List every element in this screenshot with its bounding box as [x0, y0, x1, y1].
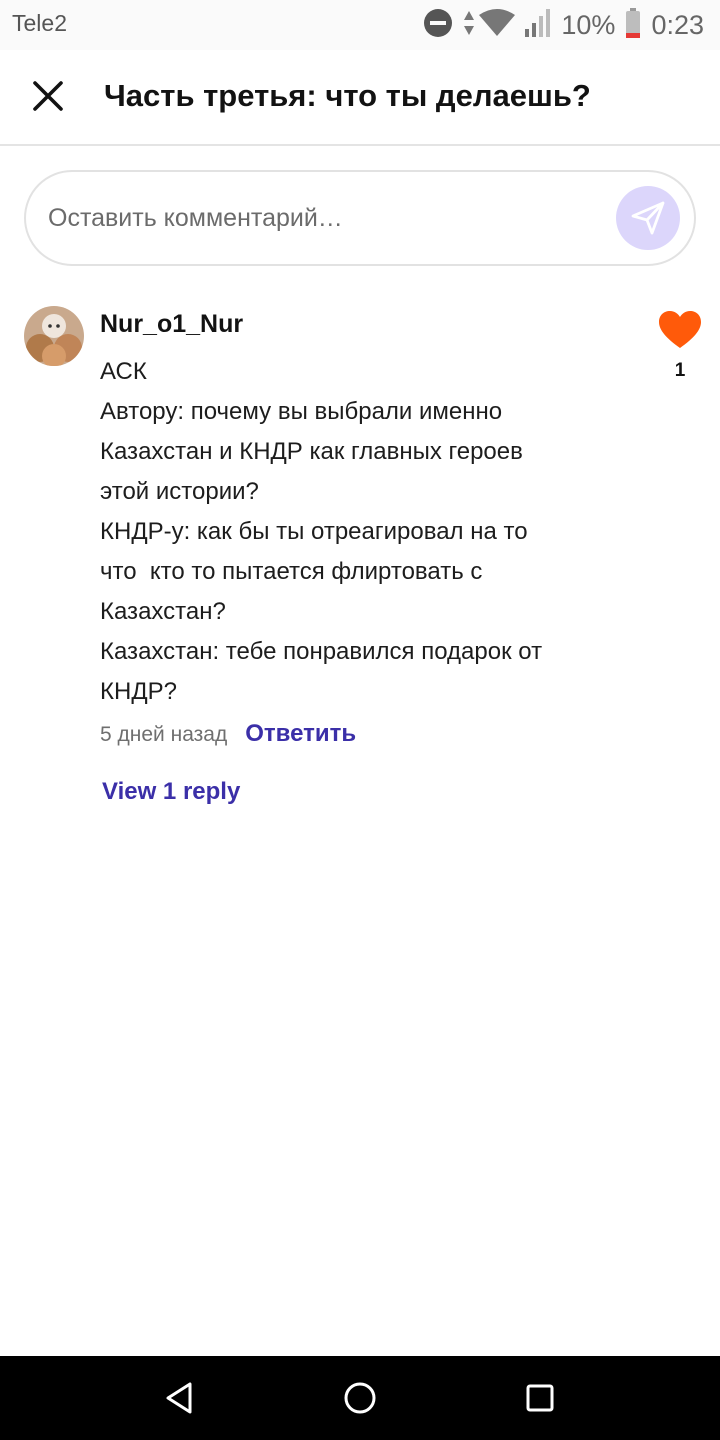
comment-input[interactable]	[48, 198, 608, 238]
carrier-name: Tele2	[12, 10, 67, 36]
home-icon[interactable]	[340, 1378, 380, 1418]
do-not-disturb-icon	[423, 8, 453, 43]
comment-username[interactable]: Nur_o1_Nur	[100, 310, 243, 339]
wifi-icon	[479, 8, 516, 42]
comment-line: Казахстан и КНДР как главных героев	[100, 438, 523, 465]
send-button[interactable]	[616, 186, 680, 250]
status-bar: Tele2 10% 0:23	[0, 0, 720, 50]
data-arrows-icon	[463, 9, 475, 42]
comment-line: Казахстан: тебе понравился подарок от	[100, 638, 543, 665]
comment-meta: 5 дней назад Ответить	[100, 720, 356, 748]
comment-input-container	[24, 170, 696, 266]
battery-percent: 10%	[561, 9, 616, 40]
close-icon[interactable]	[26, 74, 70, 118]
comment-line: КНДР-у: как бы ты отреагировал на то	[100, 518, 528, 545]
comment-timestamp: 5 дней назад	[100, 723, 228, 746]
battery-low-icon	[625, 7, 641, 43]
comment-line: Автору: почему вы выбрали именно	[100, 398, 503, 425]
status-time: 0:23	[651, 9, 704, 40]
send-icon	[631, 201, 665, 235]
comment-text: АСК Автору: почему вы выбрали именно Каз…	[100, 352, 620, 712]
like-count: 1	[674, 360, 686, 381]
comment-line: Казахстан?	[100, 598, 226, 625]
status-icons: 10% 0:23	[423, 6, 704, 44]
comment-line: этой истории?	[100, 478, 259, 505]
heart-icon[interactable]	[658, 310, 702, 350]
view-replies-button[interactable]: View 1 reply	[102, 778, 240, 806]
reply-button[interactable]: Ответить	[245, 720, 356, 748]
avatar[interactable]	[24, 306, 84, 366]
comment-line: КНДР?	[100, 678, 177, 705]
navigation-bar	[0, 1356, 720, 1440]
back-icon[interactable]	[160, 1378, 200, 1418]
cell-signal-icon	[525, 8, 551, 42]
page-title: Часть третья: что ты делаешь?	[104, 78, 591, 113]
recents-icon[interactable]	[520, 1378, 560, 1418]
comment-line: АСК	[100, 358, 147, 385]
header: Часть третья: что ты делаешь?	[0, 50, 720, 146]
comment-line: что кто то пытается флиртовать с	[100, 558, 483, 585]
